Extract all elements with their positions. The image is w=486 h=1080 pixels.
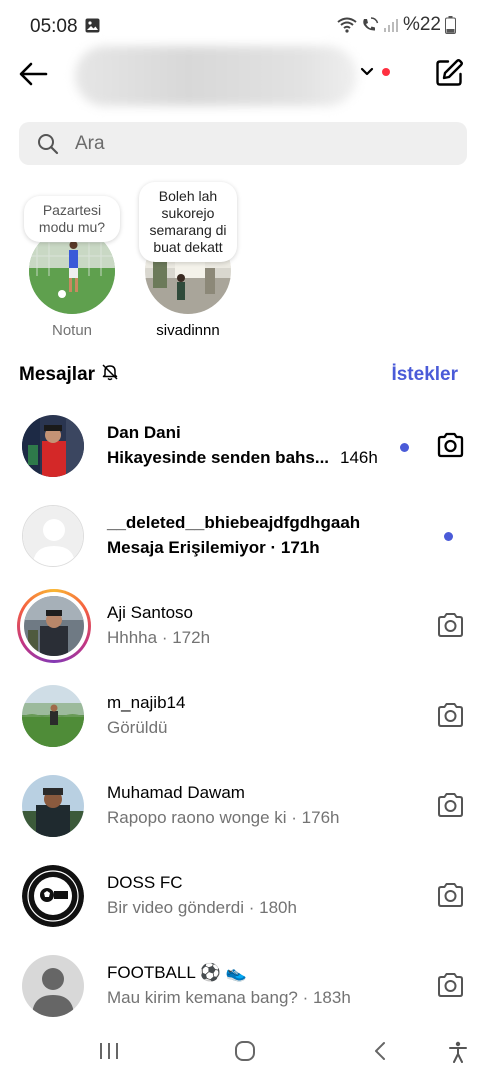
top-bar [0, 46, 486, 106]
thread-name: DOSS FC [107, 873, 183, 892]
accessibility-icon[interactable] [447, 1041, 469, 1068]
avatar[interactable] [22, 415, 84, 477]
note-text: Pazartesi modu mu? [38, 202, 106, 235]
camera-icon[interactable] [436, 702, 465, 729]
thread-row[interactable]: __deleted__bhiebeajdfgdhgaah Mesaja Eriş… [0, 491, 486, 581]
avatar[interactable] [22, 865, 84, 927]
thread-preview: Görüldü [107, 718, 168, 737]
status-time: 05:08 [30, 16, 78, 37]
gallery-icon [85, 18, 100, 33]
note-bubble[interactable]: Boleh lah sukorejo semarang di buat deka… [139, 182, 237, 262]
wifi-call-icon [361, 17, 379, 33]
search-bar[interactable] [19, 122, 467, 165]
signal-icon [383, 18, 399, 33]
thread-preview: Rapopo raono wonge ki · 176h [107, 808, 340, 827]
thread-row[interactable]: FOOTBALL ⚽ 👟 Mau kirim kemana bang? · 18… [0, 941, 486, 1031]
thread-row[interactable]: Aji Santoso Hhhha · 172h [0, 581, 486, 671]
thread-row[interactable]: Muhamad Dawam Rapopo raono wonge ki · 17… [0, 761, 486, 851]
note-bubble[interactable]: Pazartesi modu mu? [24, 196, 120, 242]
avatar[interactable] [22, 505, 84, 567]
mute-bell-icon[interactable] [101, 363, 119, 387]
battery-icon [445, 16, 456, 34]
note-name: sivadinnn [156, 322, 220, 339]
messages-header: Mesajlar [19, 363, 119, 387]
back-icon[interactable] [372, 1041, 388, 1066]
unread-dot [400, 443, 409, 452]
thread-name: FOOTBALL ⚽ 👟 [107, 963, 247, 982]
thread-time: 146h [340, 448, 378, 467]
recent-apps-icon[interactable] [98, 1041, 120, 1066]
note-text: Boleh lah sukorejo semarang di buat deka… [149, 188, 227, 255]
messages-title: Mesajlar [19, 364, 96, 385]
avatar[interactable] [22, 685, 84, 747]
thread-preview: Mesaja Erişilemiyor · 171h [107, 538, 320, 557]
camera-icon[interactable] [436, 882, 465, 909]
search-icon [37, 133, 59, 155]
avatar[interactable] [22, 775, 84, 837]
thread-name: Aji Santoso [107, 603, 193, 622]
requests-link[interactable]: İstekler [391, 364, 458, 386]
thread-row[interactable]: Dan Dani Hikayesinde senden bahs... 146h [0, 401, 486, 491]
account-switcher[interactable] [75, 46, 357, 106]
thread-preview: Hikayesinde senden bahs... [107, 448, 330, 467]
avatar[interactable] [22, 955, 84, 1017]
battery-text: %22 [402, 14, 441, 35]
note-name: Notun [51, 322, 93, 339]
notification-dot [382, 68, 390, 76]
camera-icon[interactable] [436, 432, 465, 459]
thread-name: m_najib14 [107, 693, 186, 712]
back-arrow-icon[interactable] [18, 58, 50, 90]
thread-row[interactable]: DOSS FC Bir video gönderdi · 180h [0, 851, 486, 941]
camera-icon[interactable] [436, 612, 465, 639]
unread-dot [444, 532, 453, 541]
status-icons: %22 [337, 14, 456, 36]
thread-name: Dan Dani [107, 423, 181, 442]
home-icon[interactable] [234, 1041, 256, 1066]
search-input[interactable] [75, 122, 445, 165]
wifi-icon [337, 17, 357, 33]
thread-name: Muhamad Dawam [107, 783, 245, 802]
thread-preview: Mau kirim kemana bang? · 183h [107, 988, 351, 1007]
camera-icon[interactable] [436, 972, 465, 999]
thread-preview: Hhhha · 172h [107, 628, 211, 647]
chevron-down-icon[interactable] [359, 64, 375, 80]
compose-icon[interactable] [434, 58, 464, 88]
thread-name: __deleted__bhiebeajdfgdhgaah [107, 513, 361, 532]
thread-preview: Bir video gönderdi · 180h [107, 898, 297, 917]
thread-row[interactable]: m_najib14 Görüldü [0, 671, 486, 761]
camera-icon[interactable] [436, 792, 465, 819]
avatar[interactable] [24, 596, 84, 656]
system-nav-bar [0, 1025, 486, 1080]
